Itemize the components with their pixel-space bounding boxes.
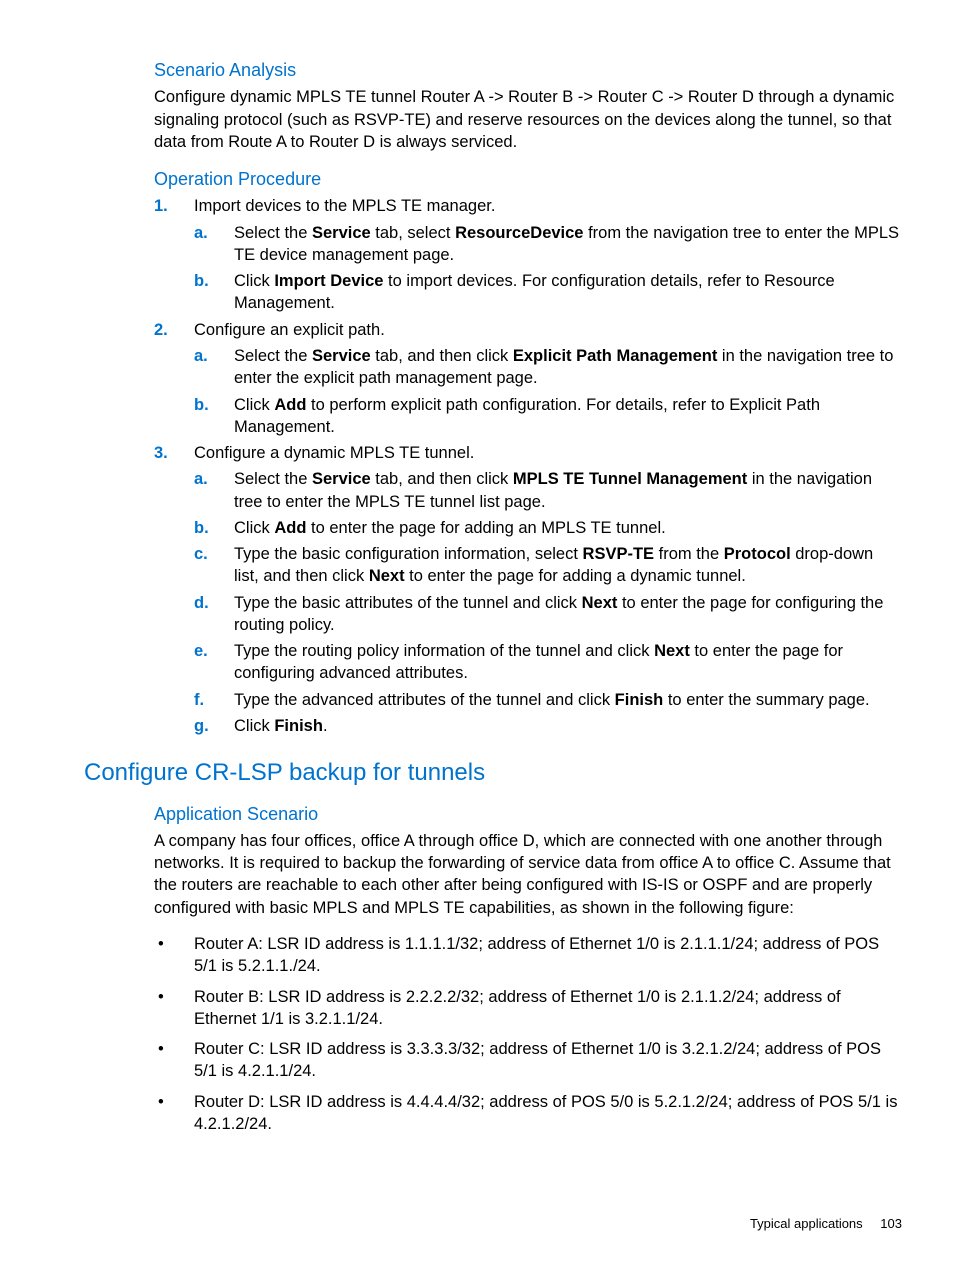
list-text: Configure a dynamic MPLS TE tunnel. (194, 444, 474, 462)
bullet-list: Router A: LSR ID address is 1.1.1.1/32; … (84, 933, 902, 1135)
page-number: 103 (880, 1216, 902, 1231)
list-marker: e. (194, 640, 224, 662)
list-item: 2. Configure an explicit path. a. Select… (154, 319, 902, 438)
list-marker: 1. (154, 195, 184, 217)
list-item: c. Type the basic configuration informat… (194, 543, 902, 588)
list-marker: c. (194, 543, 224, 565)
list-marker: d. (194, 592, 224, 614)
list-marker: a. (194, 345, 224, 367)
list-item: 3. Configure a dynamic MPLS TE tunnel. a… (154, 442, 902, 737)
list-marker: b. (194, 517, 224, 539)
list-item: f. Type the advanced attributes of the t… (194, 689, 902, 711)
list-item: Router C: LSR ID address is 3.3.3.3/32; … (154, 1038, 902, 1083)
list-marker: b. (194, 394, 224, 416)
page-footer: Typical applications 103 (750, 1215, 902, 1233)
alpha-list: a. Select the Service tab, and then clic… (194, 468, 902, 737)
list-item: g. Click Finish. (194, 715, 902, 737)
list-item: a. Select the Service tab, select Resour… (194, 222, 902, 267)
list-item: a. Select the Service tab, and then clic… (194, 468, 902, 513)
heading-application-scenario: Application Scenario (84, 802, 902, 826)
numbered-list: 1. Import devices to the MPLS TE manager… (84, 195, 902, 737)
list-marker: b. (194, 270, 224, 292)
list-item: e. Type the routing policy information o… (194, 640, 902, 685)
heading-operation-procedure: Operation Procedure (84, 167, 902, 191)
list-text: Import devices to the MPLS TE manager. (194, 197, 495, 215)
list-marker: 3. (154, 442, 184, 464)
list-text: Configure an explicit path. (194, 321, 385, 339)
paragraph: Configure dynamic MPLS TE tunnel Router … (84, 86, 902, 153)
list-marker: a. (194, 222, 224, 244)
list-marker: 2. (154, 319, 184, 341)
list-item: b. Click Add to perform explicit path co… (194, 394, 902, 439)
heading-configure-cr-lsp: Configure CR-LSP backup for tunnels (84, 757, 902, 789)
list-item: Router D: LSR ID address is 4.4.4.4/32; … (154, 1091, 902, 1136)
list-item: a. Select the Service tab, and then clic… (194, 345, 902, 390)
alpha-list: a. Select the Service tab, select Resour… (194, 222, 902, 315)
list-item: 1. Import devices to the MPLS TE manager… (154, 195, 902, 314)
heading-scenario-analysis: Scenario Analysis (84, 58, 902, 82)
list-item: d. Type the basic attributes of the tunn… (194, 592, 902, 637)
list-item: b. Click Import Device to import devices… (194, 270, 902, 315)
list-item: Router A: LSR ID address is 1.1.1.1/32; … (154, 933, 902, 978)
list-marker: g. (194, 715, 224, 737)
footer-label: Typical applications (750, 1216, 863, 1231)
list-marker: a. (194, 468, 224, 490)
alpha-list: a. Select the Service tab, and then clic… (194, 345, 902, 438)
page-content: Scenario Analysis Configure dynamic MPLS… (84, 58, 902, 1143)
list-item: Router B: LSR ID address is 2.2.2.2/32; … (154, 986, 902, 1031)
paragraph: A company has four offices, office A thr… (84, 830, 902, 919)
list-item: b. Click Add to enter the page for addin… (194, 517, 902, 539)
list-marker: f. (194, 689, 224, 711)
